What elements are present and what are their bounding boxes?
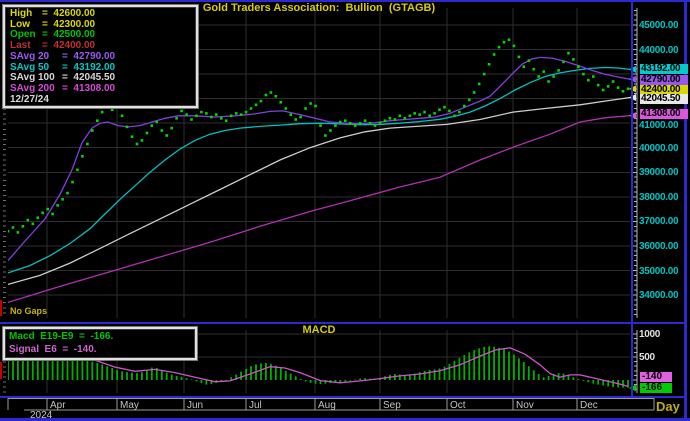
period-label[interactable]: Day bbox=[656, 399, 680, 414]
price-axis-label: 37000.00 bbox=[639, 216, 687, 227]
quote-row-date: 12/27/24 bbox=[10, 95, 192, 106]
price-axis-label: 40000.00 bbox=[639, 143, 687, 154]
year-label: 2024 bbox=[30, 410, 52, 421]
macd-value-tag: -166 bbox=[640, 383, 672, 393]
quote-row-high: High= 42600.00 bbox=[10, 9, 192, 20]
savg100-price-tag: 42045.50 bbox=[640, 94, 688, 104]
left-edge-marker-macd bbox=[0, 362, 2, 379]
price-axis-label: 34000.00 bbox=[639, 290, 687, 301]
month-label: Apr bbox=[50, 400, 66, 411]
price-axis-label: 45000.00 bbox=[639, 20, 687, 31]
signal-value-tag: -140 bbox=[640, 372, 672, 382]
price-axis-label: 35000.00 bbox=[639, 266, 687, 277]
signal-legend-row: Signal E6 = -140. bbox=[9, 344, 191, 357]
panel-separator-macd-timeaxis bbox=[0, 396, 686, 398]
price-axis-label: 44000.00 bbox=[639, 45, 687, 56]
month-label: Jul bbox=[249, 400, 262, 411]
month-label: Oct bbox=[450, 400, 466, 411]
left-edge-marker-price bbox=[0, 300, 2, 316]
price-axis-label: 39000.00 bbox=[639, 167, 687, 178]
month-label: Jun bbox=[187, 400, 203, 411]
quote-row-low: Low= 42300.00 bbox=[10, 20, 192, 31]
savg200-price-tag: 41308.00 bbox=[640, 109, 688, 119]
savg20-price-tag: 42790.00 bbox=[640, 75, 688, 85]
macd-legend-box: Macd E19-E9 = -166. Signal E6 = -140. bbox=[3, 327, 197, 360]
month-label: May bbox=[120, 400, 139, 411]
price-axis-label: 38000.00 bbox=[639, 192, 687, 203]
price-axis-label: 41000.00 bbox=[639, 120, 687, 131]
month-label: Nov bbox=[516, 400, 534, 411]
month-label: Dec bbox=[580, 400, 598, 411]
macd-axis-label: 500 bbox=[639, 352, 687, 363]
month-label: Aug bbox=[318, 400, 336, 411]
chart-window: Gold Traders Association: Bullion (GTAGB… bbox=[0, 0, 690, 421]
month-label: Sep bbox=[383, 400, 401, 411]
axis-separator-vertical bbox=[631, 2, 633, 396]
macd-legend-row: Macd E19-E9 = -166. bbox=[9, 331, 191, 344]
macd-axis-label: 1000 bbox=[639, 329, 687, 340]
quote-legend-box: High= 42600.00 Low= 42300.00 Open= 42500… bbox=[3, 5, 198, 108]
quote-row-open: Open= 42500.00 bbox=[10, 30, 192, 41]
no-gaps-label: No Gaps bbox=[10, 306, 47, 316]
price-axis-label: 36000.00 bbox=[639, 241, 687, 252]
savg50-price-tag: 43192.00 bbox=[640, 64, 688, 74]
